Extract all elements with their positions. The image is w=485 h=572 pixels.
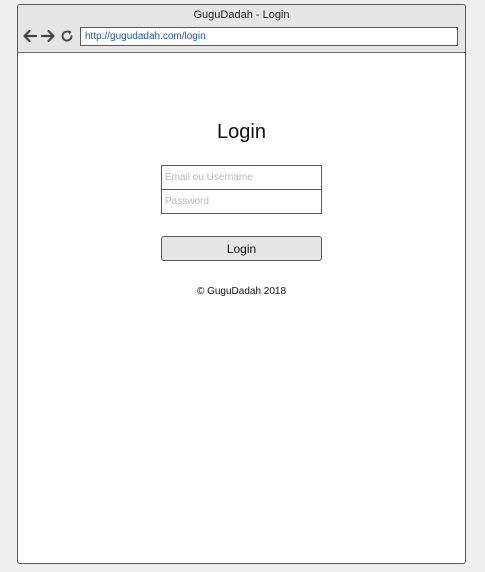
copyright-text: © GuguDadah 2018 [196,286,287,297]
window-title: GuguDadah - Login [193,9,290,21]
arrow-left-icon[interactable] [22,27,38,45]
reload-icon[interactable] [60,27,74,45]
browser-window: GuguDadah - Login http://gugudadah.com/l… [17,4,466,564]
browser-chrome: GuguDadah - Login http://gugudadah.com/l… [18,5,465,53]
address-bar[interactable]: http://gugudadah.com/login [80,27,458,46]
arrow-right-icon[interactable] [40,27,56,45]
password-input[interactable] [161,189,322,214]
email-username-input[interactable] [161,165,322,190]
page-title: Login [217,121,266,143]
login-button[interactable]: Login [161,236,322,261]
page-content: Login Login © GuguDadah 2018 [18,53,465,563]
